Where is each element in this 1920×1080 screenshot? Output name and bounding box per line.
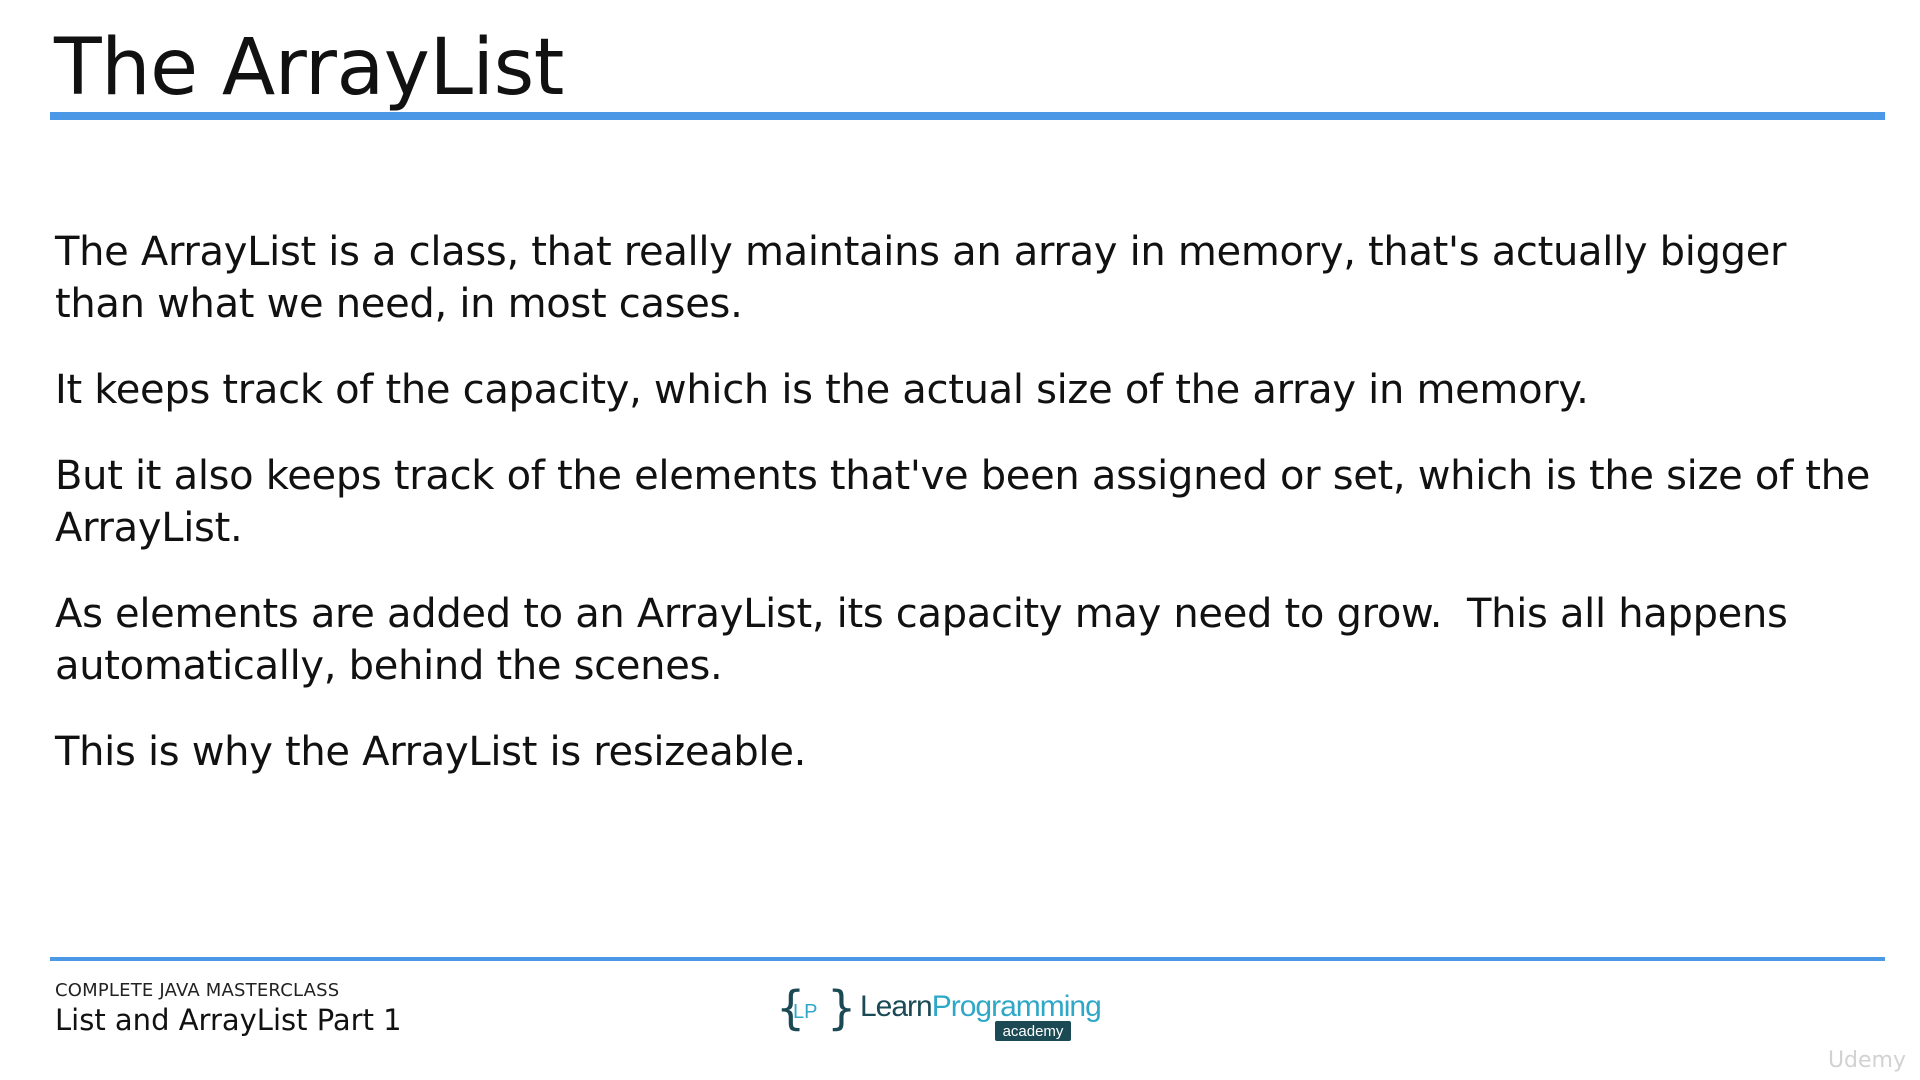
learnprogramming-logo: { } LP LearnProgramming academy [776, 981, 1102, 1041]
paragraph-4: As elements are added to an ArrayList, i… [55, 591, 1800, 689]
course-name: COMPLETE JAVA MASTERCLASS [55, 980, 340, 1001]
paragraph-2: It keeps track of the capacity, which is… [55, 367, 1589, 413]
slide-title: The ArrayList [54, 23, 564, 113]
paragraph-1: The ArrayList is a class, that really ma… [55, 229, 1799, 327]
footer-divider [50, 957, 1885, 961]
svg-text:LearnProgramming: LearnProgramming [860, 990, 1101, 1023]
paragraph-5: This is why the ArrayList is resizeable. [55, 729, 807, 775]
slide-body: The ArrayList is a class, that really ma… [55, 226, 1885, 812]
logo-name-programming: Programming [932, 990, 1101, 1023]
udemy-watermark: Udemy [1827, 1048, 1906, 1073]
lecture-title: List and ArrayList Part 1 [55, 1003, 402, 1037]
svg-text:}: } [827, 981, 856, 1035]
logo-name-learn: Learn [860, 990, 932, 1023]
logo-tag: academy [1003, 1023, 1064, 1040]
title-underline [50, 112, 1885, 120]
paragraph-3: But it also keeps track of the elements … [55, 453, 1883, 551]
logo-badge: LP [793, 1001, 817, 1023]
